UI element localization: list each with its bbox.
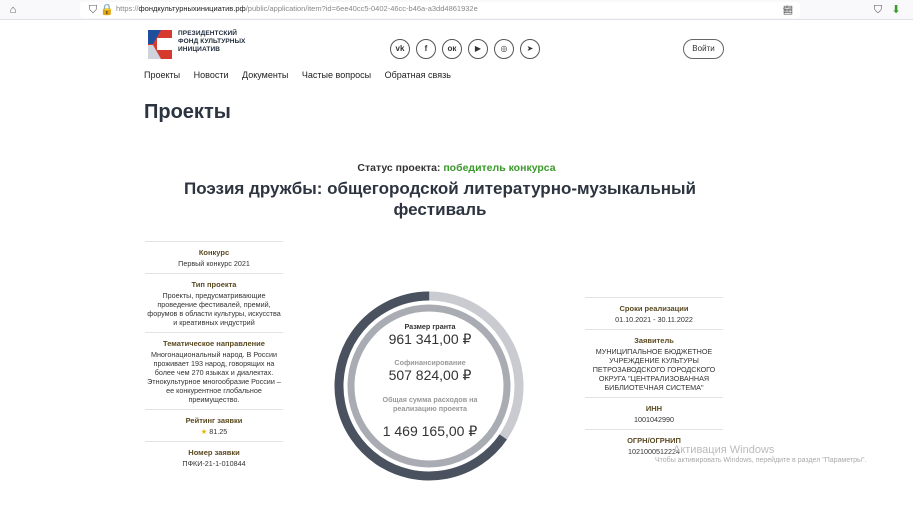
info-applicant: Заявитель МУНИЦИПАЛЬНОЕ БЮДЖЕТНОЕ УЧРЕЖД… [585,329,723,397]
browser-toolbar: ⌂ ⛉ 🔒 https://фондкультурныхинициатив.рф… [0,0,913,20]
info-theme: Тематическое направление Многонациональн… [145,332,283,409]
info-label: Сроки реализации [619,304,689,313]
project-info-left: Конкурс Первый конкурс 2021 Тип проекта … [145,241,283,473]
reader-view-icon[interactable]: ▤ [781,3,795,17]
total-label: Общая сумма расходов на реализацию проек… [382,395,478,413]
info-value: Многонациональный народ. В России прожив… [147,350,281,404]
total-block: Общая сумма расходов на реализацию проек… [360,395,500,440]
info-value: ПФКИ-21-1-010844 [182,459,246,468]
info-label: Тип проекта [191,280,237,289]
page-title: Проекты [144,101,231,123]
finance-donut-chart [334,291,524,481]
info-label: Рейтинг заявки [185,416,243,425]
cofinancing-value: 507 824,00 ₽ [388,367,472,383]
rating-value: 81.25 [209,427,228,436]
status-label: Статус проекта: [357,162,441,174]
cofinancing-label: Софинансирование [394,358,466,367]
youtube-icon[interactable]: ▶ [468,39,488,59]
info-value: 1001042990 [634,415,674,424]
info-application-number: Номер заявки ПФКИ-21-1-010844 [145,441,283,473]
telegram-icon[interactable]: ➤ [520,39,540,59]
nav-item-feedback[interactable]: Обратная связь [385,70,451,80]
windows-activation-text: Чтобы активировать Windows, перейдите в … [655,457,867,464]
vk-icon[interactable]: vk [390,39,410,59]
grant-block: Размер гранта 961 341,00 ₽ [360,322,500,348]
facebook-icon[interactable]: f [416,39,436,59]
cofinancing-block: Софинансирование 507 824,00 ₽ [360,358,500,384]
nav-item-projects[interactable]: Проекты [144,70,180,80]
pocket-icon[interactable]: ⛉ [871,3,885,17]
info-value: МУНИЦИПАЛЬНОЕ БЮДЖЕТНОЕ УЧРЕЖДЕНИЕ КУЛЬТ… [592,347,716,392]
nav-item-news[interactable]: Новости [194,70,229,80]
info-period: Сроки реализации 01.10.2021 - 30.11.2022 [585,297,723,329]
donut-grant-arc [334,291,524,481]
info-label: Номер заявки [188,448,240,457]
windows-activation-title: Активация Windows [673,444,775,456]
info-contest: Конкурс Первый конкурс 2021 [145,241,283,273]
shield-icon[interactable]: ⛉ [86,3,100,17]
url-text: https://фондкультурныхинициатив.рф/publi… [116,4,478,13]
info-label: Тематическое направление [163,339,265,348]
star-icon: ★ [200,427,208,436]
nav-item-documents[interactable]: Документы [242,70,288,80]
main-nav: Проекты Новости Документы Частые вопросы… [144,70,462,80]
grant-label: Размер гранта [404,322,456,331]
status-value: победитель конкурса [443,162,556,174]
total-value: 1 469 165,00 ₽ [382,423,478,439]
project-title: Поэзия дружбы: общегородской литературно… [183,179,697,219]
lock-icon[interactable]: 🔒 [100,3,114,17]
address-bar[interactable]: ⛉ 🔒 https://фондкультурныхинициатив.рф/p… [80,2,800,18]
foundation-logo-text[interactable]: ПРЕЗИДЕНТСКИЙ ФОНД КУЛЬТУРНЫХ ИНИЦИАТИВ [178,30,245,54]
info-label: Заявитель [634,336,674,345]
info-value: Проекты, предусматривающие проведение фе… [147,291,281,327]
info-inn: ИНН 1001042990 [585,397,723,429]
info-rating: Рейтинг заявки ★ 81.25 [145,409,283,441]
nav-item-faq[interactable]: Частые вопросы [302,70,371,80]
odnoklassniki-icon[interactable]: ок [442,39,462,59]
grant-value: 961 341,00 ₽ [388,331,472,347]
project-status: Статус проекта: победитель конкурса [0,162,913,174]
project-info-right: Сроки реализации 01.10.2021 - 30.11.2022… [585,297,723,461]
login-button[interactable]: Войти [683,39,724,59]
info-project-type: Тип проекта Проекты, предусматривающие п… [145,273,283,332]
info-value: Первый конкурс 2021 [178,259,250,268]
page: ПРЕЗИДЕНТСКИЙ ФОНД КУЛЬТУРНЫХ ИНИЦИАТИВ … [0,21,913,511]
download-icon[interactable]: ⬇ [889,3,903,17]
foundation-logo-icon[interactable] [145,28,175,61]
info-label: Конкурс [198,248,230,257]
info-value: ★ 81.25 [145,427,283,436]
instagram-icon[interactable]: ◎ [494,39,514,59]
home-icon[interactable]: ⌂ [6,3,20,17]
info-value: 01.10.2021 - 30.11.2022 [615,315,693,324]
info-label: ИНН [645,404,663,413]
